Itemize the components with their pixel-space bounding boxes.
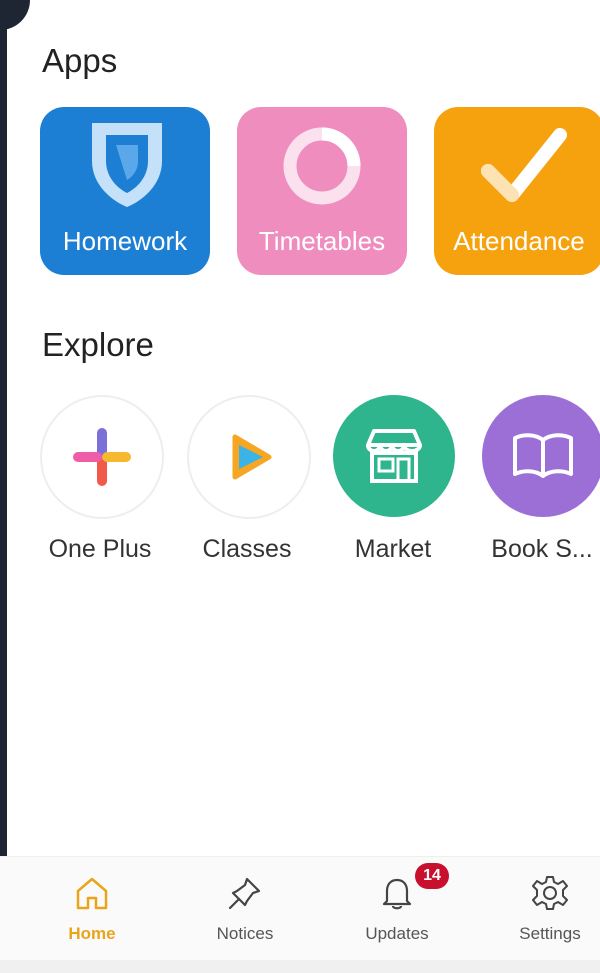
nav-home-label: Home — [68, 924, 116, 943]
nav-home-tab[interactable]: Home — [32, 857, 152, 961]
nav-settings-label: Settings — [519, 924, 581, 943]
explore-item-one-plus[interactable]: One Plus — [40, 395, 164, 563]
attendance-label: Attendance — [453, 226, 585, 256]
nav-settings-tab[interactable]: Settings — [490, 857, 600, 961]
classes-label: Classes — [202, 535, 292, 563]
open-book-icon — [513, 433, 573, 478]
storefront-icon — [366, 429, 422, 483]
homework-label: Homework — [62, 226, 188, 256]
nav-updates-tab[interactable]: 14 Updates — [337, 857, 457, 961]
explore-item-book-store[interactable]: Book S... — [482, 395, 600, 563]
market-label: Market — [354, 535, 432, 563]
gear-icon — [532, 876, 568, 910]
nav-updates-label: Updates — [365, 924, 429, 943]
home-icon — [76, 877, 108, 910]
attendance-app-tile[interactable]: Attendance — [434, 107, 600, 275]
updates-badge: 14 — [415, 863, 449, 889]
bell-icon — [382, 878, 412, 910]
apps-section-title: Apps — [42, 42, 118, 79]
homework-app-tile[interactable]: Homework — [40, 107, 210, 275]
colorful-plus-icon — [73, 428, 131, 486]
book-store-label: Book S... — [491, 535, 593, 563]
shield-icon — [92, 123, 162, 207]
system-bottom-bar — [0, 960, 600, 973]
one-plus-label: One Plus — [48, 535, 152, 563]
pin-icon — [228, 877, 261, 910]
explore-item-market[interactable]: Market — [333, 395, 457, 563]
market-circle — [333, 395, 455, 517]
ring-icon — [283, 127, 361, 205]
explore-section-title: Explore — [42, 326, 154, 363]
nav-notices-label: Notices — [216, 924, 274, 943]
nav-notices-tab[interactable]: Notices — [185, 857, 305, 961]
play-icon — [232, 434, 272, 480]
top-left-corner — [0, 0, 30, 30]
one-plus-circle — [40, 395, 164, 519]
explore-item-classes[interactable]: Classes — [187, 395, 311, 563]
checkmark-icon — [481, 128, 567, 202]
book-store-circle — [482, 395, 600, 517]
classes-circle — [187, 395, 311, 519]
timetables-app-tile[interactable]: Timetables — [237, 107, 407, 275]
timetables-label: Timetables — [258, 226, 386, 256]
bottom-navigation-bar: Home Notices 14 Updates Settings — [0, 856, 600, 961]
left-edge-shadow — [0, 0, 7, 973]
